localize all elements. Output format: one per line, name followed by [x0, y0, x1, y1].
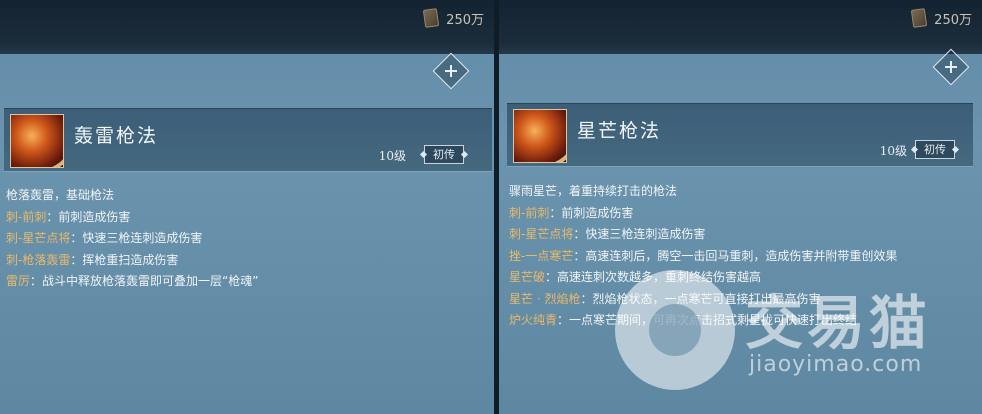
- move-name: 星芒 · 烈焰枪: [509, 291, 581, 306]
- move-name: 挫-一点寒芒: [509, 248, 574, 263]
- desc-line: 枪落轰雷，基础枪法: [6, 185, 486, 207]
- separator: ：: [30, 274, 43, 288]
- skill-name: 轰雷枪法: [74, 125, 159, 147]
- move-desc: 前刺造成伤害: [561, 205, 634, 220]
- desc-line: 星芒破：高速连刺次数越多，重刺终结伤害越高: [509, 267, 971, 289]
- currency-amount: 250万: [446, 12, 484, 28]
- move-name: 刺-星芒点将: [6, 231, 71, 245]
- cross-icon: [945, 61, 957, 73]
- move-desc: 一点寒芒期间，可再次点击招式剩星拢可快速打出终结: [569, 313, 858, 327]
- move-name: 炉火纯青: [509, 313, 558, 327]
- desc-line: 刺-前刺：前刺造成伤害: [509, 203, 971, 225]
- top-bar: 250万: [499, 0, 982, 54]
- settings-button[interactable]: [932, 48, 970, 86]
- scroll-currency-icon: [910, 8, 928, 28]
- move-desc: 高速连刺后，腾空一击回马重刺，造成伤害并附带重创效果: [585, 248, 898, 263]
- skill-header: 轰雷枪法 10级 初传: [4, 108, 492, 172]
- desc-line: 雷厉：战斗中释放枪落轰雷即可叠加一层“枪魂”: [6, 271, 486, 293]
- separator: ：: [573, 227, 586, 241]
- desc-line: 星芒 · 烈焰枪：烈焰枪状态，一点寒芒可直接打出最高伤害: [509, 289, 971, 311]
- scroll-currency-icon: [422, 8, 440, 28]
- top-bar: 250万: [0, 0, 494, 54]
- move-name: 雷厉: [6, 274, 31, 288]
- currency-display: 250万: [422, 8, 484, 28]
- separator: ：: [573, 248, 586, 263]
- move-desc: 快速三枪连刺造成伤害: [585, 227, 706, 241]
- desc-text: 骤雨星芒，着重持续打击的枪法: [509, 184, 678, 198]
- skill-panel-right: 250万 星芒枪法 10级 初传 骤雨星芒，着重持续打击的枪法 刺-前刺：前刺造…: [499, 0, 982, 414]
- skill-name: 星芒枪法: [577, 120, 662, 142]
- settings-button[interactable]: [432, 52, 470, 90]
- move-desc: 前刺造成伤害: [58, 209, 131, 224]
- separator: ：: [557, 313, 570, 327]
- skill-icon[interactable]: [513, 109, 567, 163]
- skill-panel-left: 250万 轰雷枪法 10级 初传 枪落轰雷，基础枪法 刺-前刺：前刺造成伤害 刺…: [0, 0, 494, 414]
- move-desc: 烈焰枪状态，一点寒芒可直接打出最高伤害: [592, 291, 821, 306]
- skill-level: 10级: [378, 149, 406, 163]
- skill-icon[interactable]: [10, 114, 64, 168]
- desc-line: 刺-前刺：前刺造成伤害: [6, 207, 486, 229]
- skill-description: 枪落轰雷，基础枪法 刺-前刺：前刺造成伤害 刺-星芒点将：快速三枪连刺造成伤害 …: [6, 185, 486, 293]
- move-desc: 高速连刺次数越多，重刺终结伤害越高: [557, 270, 762, 284]
- rank-badge: 初传: [424, 145, 464, 164]
- desc-text: 枪落轰雷，基础枪法: [6, 188, 115, 202]
- separator: ：: [70, 252, 83, 267]
- skill-header: 星芒枪法 10级 初传: [507, 103, 973, 167]
- skill-description: 骤雨星芒，着重持续打击的枪法 刺-前刺：前刺造成伤害 刺-星芒点将：快速三枪连刺…: [509, 181, 971, 332]
- separator: ：: [549, 205, 562, 220]
- separator: ：: [70, 231, 83, 245]
- move-name: 刺-前刺: [509, 205, 550, 220]
- separator: ：: [545, 270, 558, 284]
- separator: ：: [580, 291, 593, 306]
- move-name: 刺-星芒点将: [509, 227, 574, 241]
- move-name: 刺-枪落轰雷: [6, 252, 71, 267]
- move-desc: 战斗中释放枪落轰雷即可叠加一层“枪魂”: [42, 274, 259, 288]
- desc-line: 炉火纯青：一点寒芒期间，可再次点击招式剩星拢可快速打出终结: [509, 310, 971, 332]
- currency-display: 250万: [910, 8, 972, 28]
- rank-badge: 初传: [915, 140, 955, 159]
- desc-line: 挫-一点寒芒：高速连刺后，腾空一击回马重刺，造成伤害并附带重创效果: [509, 246, 971, 268]
- skill-level: 10级: [879, 144, 907, 158]
- move-name: 星芒破: [509, 270, 546, 284]
- cross-icon: [445, 65, 457, 77]
- move-desc: 快速三枪连刺造成伤害: [82, 231, 203, 245]
- desc-line: 刺-枪落轰雷：挥枪重扫造成伤害: [6, 250, 486, 272]
- desc-line: 骤雨星芒，着重持续打击的枪法: [509, 181, 971, 203]
- currency-amount: 250万: [934, 12, 972, 28]
- move-desc: 挥枪重扫造成伤害: [82, 252, 179, 267]
- separator: ：: [46, 209, 59, 224]
- desc-line: 刺-星芒点将：快速三枪连刺造成伤害: [6, 228, 486, 250]
- desc-line: 刺-星芒点将：快速三枪连刺造成伤害: [509, 224, 971, 246]
- move-name: 刺-前刺: [6, 209, 47, 224]
